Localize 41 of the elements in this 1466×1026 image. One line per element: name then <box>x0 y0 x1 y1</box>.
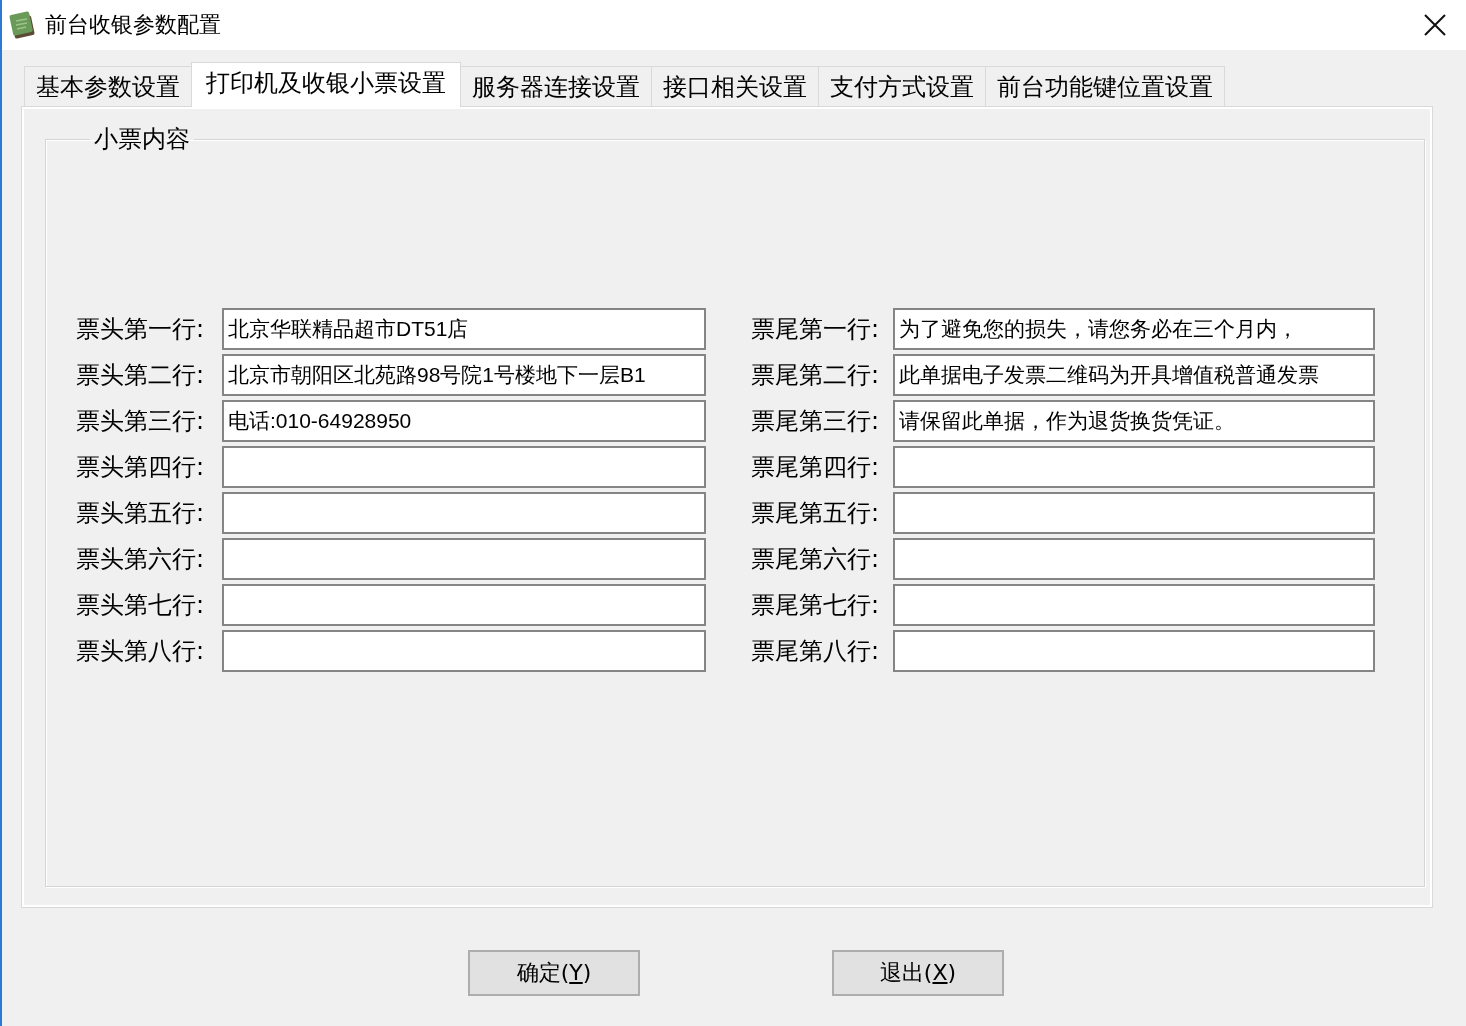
field-label: 票头第一行: <box>76 314 205 344</box>
text-field[interactable]: 请保留此单据，作为退货换货凭证。 <box>893 400 1375 442</box>
text-field[interactable] <box>222 492 706 534</box>
text-field[interactable]: 为了避免您的损失，请您务必在三个月内， <box>893 308 1375 350</box>
field-label: 票尾第六行: <box>751 544 880 574</box>
window-title: 前台收银参数配置 <box>45 11 221 39</box>
confirm-button[interactable]: 确定(Y) <box>468 950 640 996</box>
text-field[interactable]: 电话:010-64928950 <box>222 400 706 442</box>
field-label: 票尾第二行: <box>751 360 880 390</box>
text-field[interactable] <box>893 630 1375 672</box>
field-label: 票头第七行: <box>76 590 205 620</box>
text-field[interactable] <box>222 584 706 626</box>
group-title: 小票内容 <box>93 125 191 153</box>
close-icon[interactable] <box>1424 14 1446 36</box>
field-label: 票尾第一行: <box>751 314 880 344</box>
text-field[interactable] <box>893 584 1375 626</box>
text-field[interactable] <box>893 446 1375 488</box>
text-field[interactable] <box>222 446 706 488</box>
tab[interactable]: 打印机及收银小票设置 <box>191 62 461 107</box>
text-field[interactable] <box>893 538 1375 580</box>
text-field[interactable]: 此单据电子发票二维码为开具增值税普通发票 <box>893 354 1375 396</box>
text-field[interactable] <box>893 492 1375 534</box>
field-label: 票头第五行: <box>76 498 205 528</box>
field-label: 票头第六行: <box>76 544 205 574</box>
text-field[interactable] <box>222 538 706 580</box>
field-label: 票头第二行: <box>76 360 205 390</box>
text-field[interactable] <box>222 630 706 672</box>
text-field[interactable]: 北京市朝阳区北苑路98号院1号楼地下一层B1 <box>222 354 706 396</box>
field-label: 票尾第三行: <box>751 406 880 436</box>
notebook-icon <box>8 11 36 39</box>
field-label: 票尾第七行: <box>751 590 880 620</box>
field-label: 票尾第五行: <box>751 498 880 528</box>
field-label: 票尾第八行: <box>751 636 880 666</box>
field-label: 票头第三行: <box>76 406 205 436</box>
exit-button[interactable]: 退出(X) <box>832 950 1004 996</box>
field-label: 票头第四行: <box>76 452 205 482</box>
tab[interactable]: 基本参数设置 <box>24 66 192 106</box>
tab[interactable]: 前台功能键位置设置 <box>985 66 1225 106</box>
field-label: 票头第八行: <box>76 636 205 666</box>
field-label: 票尾第四行: <box>751 452 880 482</box>
text-field[interactable]: 北京华联精品超市DT51店 <box>222 308 706 350</box>
